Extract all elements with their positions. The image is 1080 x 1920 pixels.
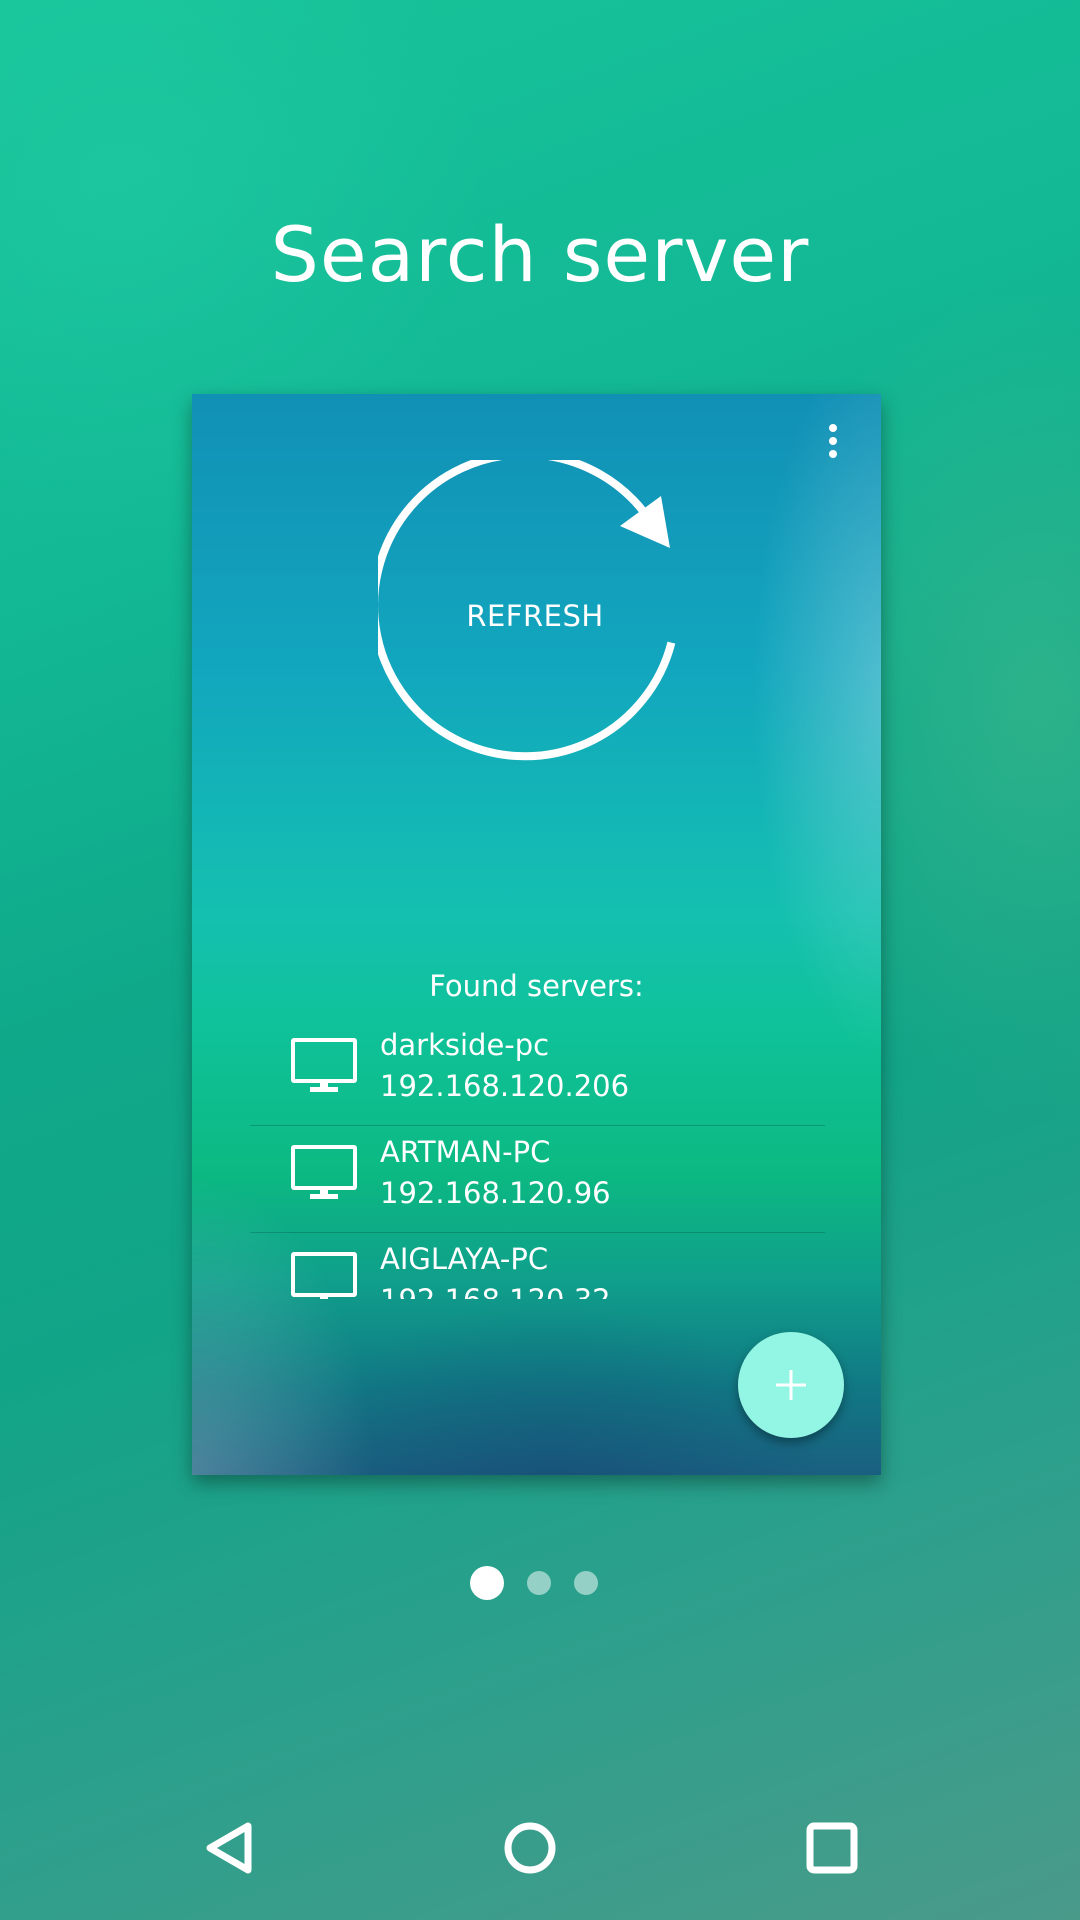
add-server-button[interactable] bbox=[738, 1332, 844, 1438]
page-dot[interactable] bbox=[574, 1571, 598, 1595]
overflow-menu-button[interactable] bbox=[818, 420, 848, 470]
recents-button[interactable] bbox=[792, 1812, 872, 1884]
monitor-icon bbox=[291, 1145, 357, 1199]
page-dot[interactable] bbox=[527, 1571, 551, 1595]
server-name: darkside-pc bbox=[380, 1028, 550, 1062]
server-item-darkside-pc[interactable]: darkside-pc 192.168.120.206 bbox=[250, 1019, 825, 1126]
home-button[interactable] bbox=[490, 1812, 570, 1884]
page-indicator bbox=[470, 1566, 600, 1602]
page-title: Search server bbox=[270, 210, 810, 299]
server-item-aiglaya-pc[interactable]: AIGLAYA-PC 192.168.120.32 bbox=[250, 1233, 825, 1299]
found-servers-title: Found servers: bbox=[429, 969, 644, 1003]
monitor-icon bbox=[291, 1252, 357, 1299]
screen-preview-card: REFRESH Found servers: darkside-pc 192.1… bbox=[192, 394, 881, 1475]
page-dot-active[interactable] bbox=[470, 1566, 504, 1600]
refresh-label: REFRESH bbox=[466, 599, 604, 633]
recents-icon bbox=[806, 1822, 858, 1874]
server-name: AIGLAYA-PC bbox=[380, 1242, 549, 1276]
plus-icon bbox=[776, 1370, 806, 1400]
server-name: ARTMAN-PC bbox=[380, 1135, 551, 1169]
server-item-artman-pc[interactable]: ARTMAN-PC 192.168.120.96 bbox=[250, 1126, 825, 1233]
system-navigation-bar bbox=[0, 1800, 1080, 1896]
refresh-button[interactable]: REFRESH bbox=[370, 450, 692, 774]
server-ip: 192.168.120.32 bbox=[380, 1280, 611, 1299]
more-vert-icon bbox=[829, 424, 837, 432]
server-ip: 192.168.120.206 bbox=[380, 1069, 630, 1103]
home-icon bbox=[504, 1822, 556, 1874]
server-list: darkside-pc 192.168.120.206 ARTMAN-PC 19… bbox=[250, 1019, 825, 1299]
back-button[interactable] bbox=[190, 1812, 270, 1884]
server-ip: 192.168.120.96 bbox=[380, 1176, 611, 1210]
monitor-icon bbox=[291, 1038, 357, 1092]
back-icon bbox=[206, 1822, 252, 1874]
